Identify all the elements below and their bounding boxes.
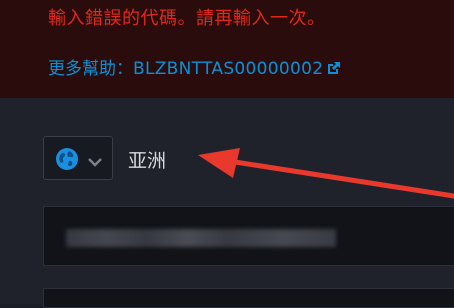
more-help-link[interactable]: 更多幫助：BLZBNTTAS00000002	[48, 54, 341, 81]
chevron-down-icon	[88, 152, 102, 171]
region-label: 亚洲	[128, 150, 167, 172]
error-code: BLZBNTTAS00000002	[133, 59, 324, 79]
globe-icon	[55, 147, 79, 175]
error-message: 輸入錯誤的代碼。請再輸入一次。	[48, 8, 326, 29]
login-panel	[0, 98, 454, 304]
password-input[interactable]	[43, 288, 454, 308]
account-input[interactable]	[43, 206, 454, 266]
blurred-value	[66, 229, 336, 247]
region-selector[interactable]	[43, 136, 113, 180]
external-link-icon	[326, 61, 341, 81]
help-label: 更多幫助：	[48, 59, 133, 79]
error-banner: 輸入錯誤的代碼。請再輸入一次。 更多幫助：BLZBNTTAS00000002	[0, 0, 454, 98]
